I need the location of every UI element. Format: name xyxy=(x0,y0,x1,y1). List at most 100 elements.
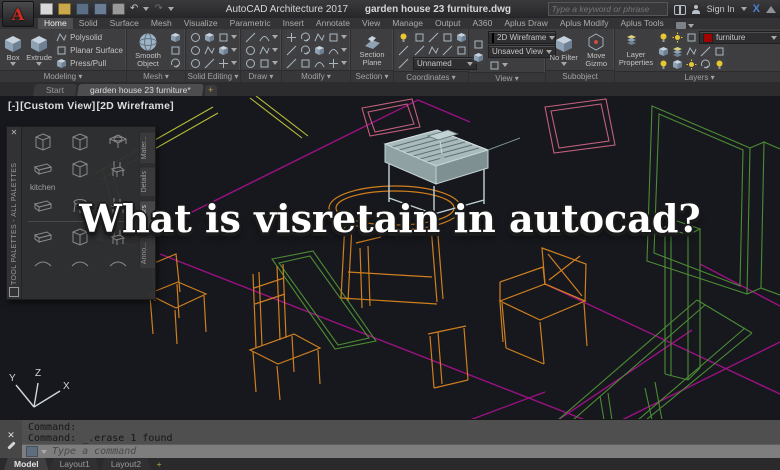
palette-item-sofa[interactable] xyxy=(30,225,56,249)
layer-freeze-icon[interactable] xyxy=(671,31,684,44)
solidedit-icon-9[interactable] xyxy=(217,57,230,69)
palette-close-icon[interactable]: ✕ xyxy=(11,129,18,137)
modify-icon-12[interactable] xyxy=(327,57,340,69)
smooth-object-tool[interactable]: Smooth Object xyxy=(130,32,166,68)
modify-icon-5[interactable] xyxy=(285,44,298,56)
help-search-input[interactable] xyxy=(547,2,668,16)
visual-style-control[interactable]: [2D Wireframe] xyxy=(96,100,173,112)
ucs-name-dropdown[interactable]: Unnamed xyxy=(413,57,477,70)
qat-dropdown-caret[interactable] xyxy=(167,7,174,11)
layers-icon-10[interactable] xyxy=(713,58,726,70)
coord-icon-a[interactable] xyxy=(397,31,410,44)
draw-icon-1[interactable] xyxy=(244,31,257,43)
command-input[interactable] xyxy=(50,445,776,458)
search-binoculars-icon[interactable] xyxy=(673,4,686,15)
ribbon-tab-output[interactable]: Output xyxy=(429,17,467,29)
plot-icon[interactable] xyxy=(112,3,125,15)
draw-icon-3[interactable] xyxy=(244,44,257,56)
panel-label-modify[interactable]: Modify ▾ xyxy=(282,70,350,82)
solidedit-icon-5[interactable] xyxy=(203,44,216,56)
move-gizmo-tool[interactable]: Move Gizmo xyxy=(582,32,612,68)
draw-icon-6[interactable] xyxy=(258,57,271,69)
palette-item-arc-table-1[interactable] xyxy=(30,252,56,276)
ribbon-tab-surface[interactable]: Surface xyxy=(104,17,145,29)
solidedit-icon-6[interactable] xyxy=(217,44,230,56)
ribbon-display-icon[interactable] xyxy=(675,22,686,29)
ribbon-tab-solid[interactable]: Solid xyxy=(73,17,104,29)
layer-dropdown[interactable]: furniture xyxy=(699,31,780,44)
layer-properties-tool[interactable]: Layer Properties xyxy=(618,34,654,67)
command-recent-caret[interactable] xyxy=(41,449,47,454)
layout-tab-layout2[interactable]: Layout2 xyxy=(100,458,152,470)
exchange-apps-icon[interactable]: X xyxy=(753,3,760,15)
layers-icon-2[interactable] xyxy=(671,45,684,57)
solidedit-icon-2[interactable] xyxy=(203,31,216,43)
mesh-icon-1[interactable] xyxy=(169,31,182,43)
ribbon-tab-home[interactable]: Home xyxy=(38,17,73,29)
panel-label-solid-editing[interactable]: Solid Editing ▾ xyxy=(186,70,240,82)
view-control[interactable]: [Custom View] xyxy=(20,100,95,112)
new-file-icon[interactable] xyxy=(40,3,53,15)
undo-icon[interactable]: ↶ xyxy=(130,4,138,14)
solidedit-icon-4[interactable] xyxy=(189,44,202,56)
solidedit-icon-1[interactable] xyxy=(189,31,202,43)
palette-properties-icon[interactable] xyxy=(9,287,19,297)
modify-icon-9[interactable] xyxy=(285,57,298,69)
panel-label-modeling[interactable]: Modeling ▾ xyxy=(0,70,126,82)
ribbon-tab-a360[interactable]: A360 xyxy=(466,17,498,29)
modify-icon-11[interactable] xyxy=(313,57,326,69)
palette-item-arc-table-3[interactable] xyxy=(105,252,131,276)
palette-tab-details[interactable]: Details xyxy=(139,166,155,198)
sign-in-button[interactable]: Sign In xyxy=(707,4,735,14)
view-icon-2[interactable] xyxy=(472,51,485,64)
panel-label-section[interactable]: Section ▾ xyxy=(351,70,393,82)
palette-title-bar[interactable]: ✕ TOOL PALETTES - ALL PALETTES xyxy=(7,127,22,299)
solidedit-icon-7[interactable] xyxy=(189,57,202,69)
ribbon-tab-aplus-tools[interactable]: Aplus Tools xyxy=(614,17,669,29)
file-tab-current-drawing[interactable]: garden house 23 furniture* xyxy=(77,84,204,96)
coord-icon-8[interactable] xyxy=(455,44,468,56)
redo-icon[interactable]: ↷ xyxy=(154,4,162,14)
coord-icon-c[interactable] xyxy=(397,57,410,70)
coord-icon-3[interactable] xyxy=(441,31,454,43)
coord-icon-5[interactable] xyxy=(413,44,426,56)
layers-icon-3[interactable] xyxy=(685,45,698,57)
coord-icon-4[interactable] xyxy=(455,31,468,43)
coord-icon-b[interactable] xyxy=(397,44,410,57)
layout-tab-layout1[interactable]: Layout1 xyxy=(49,458,100,470)
palette-tab-annotation[interactable]: Anno... xyxy=(139,237,155,270)
panel-label-mesh[interactable]: Mesh ▾ xyxy=(127,70,185,82)
new-layout-button[interactable]: + xyxy=(152,458,166,470)
ribbon-tab-annotate[interactable]: Annotate xyxy=(310,17,356,29)
palette-item-sink[interactable] xyxy=(105,130,131,154)
ribbon-tab-mesh[interactable]: Mesh xyxy=(145,17,178,29)
box-tool[interactable]: Box xyxy=(3,34,23,66)
signin-dropdown-caret[interactable] xyxy=(740,7,747,11)
mesh-icon-3[interactable] xyxy=(169,57,182,69)
panel-label-subobject[interactable]: Subobject xyxy=(546,70,614,82)
palette-item-base-cabinet[interactable] xyxy=(30,157,56,181)
solidedit-icon-3[interactable] xyxy=(217,31,230,43)
coord-icon-6[interactable] xyxy=(427,44,440,56)
palette-item-cabinet[interactable] xyxy=(30,130,56,154)
layers-icon-4[interactable] xyxy=(699,45,712,57)
coord-icon-1[interactable] xyxy=(413,31,426,43)
file-tab-start[interactable]: Start xyxy=(33,84,77,96)
new-drawing-tab-button[interactable]: + xyxy=(204,85,217,96)
panel-label-coordinates[interactable]: Coordinates ▾ xyxy=(394,71,468,82)
open-file-icon[interactable] xyxy=(58,3,71,15)
palette-item-tall-unit[interactable] xyxy=(105,157,131,181)
solidedit-icon-8[interactable] xyxy=(203,57,216,69)
ribbon-tab-view[interactable]: View xyxy=(356,17,386,29)
save-icon[interactable] xyxy=(76,3,89,15)
layers-icon-5[interactable] xyxy=(713,45,726,57)
modify-icon-3[interactable] xyxy=(313,31,326,43)
help-icon[interactable] xyxy=(766,5,776,13)
command-prompt-icon[interactable] xyxy=(26,446,38,457)
application-menu-button[interactable]: A xyxy=(2,1,34,27)
modify-icon-4[interactable] xyxy=(327,31,340,43)
ribbon-tab-aplus-modify[interactable]: Aplus Modify xyxy=(554,17,615,29)
view-icon-3[interactable] xyxy=(488,59,501,71)
section-plane-tool[interactable]: Section Plane xyxy=(354,34,390,67)
coord-icon-2[interactable] xyxy=(427,31,440,43)
